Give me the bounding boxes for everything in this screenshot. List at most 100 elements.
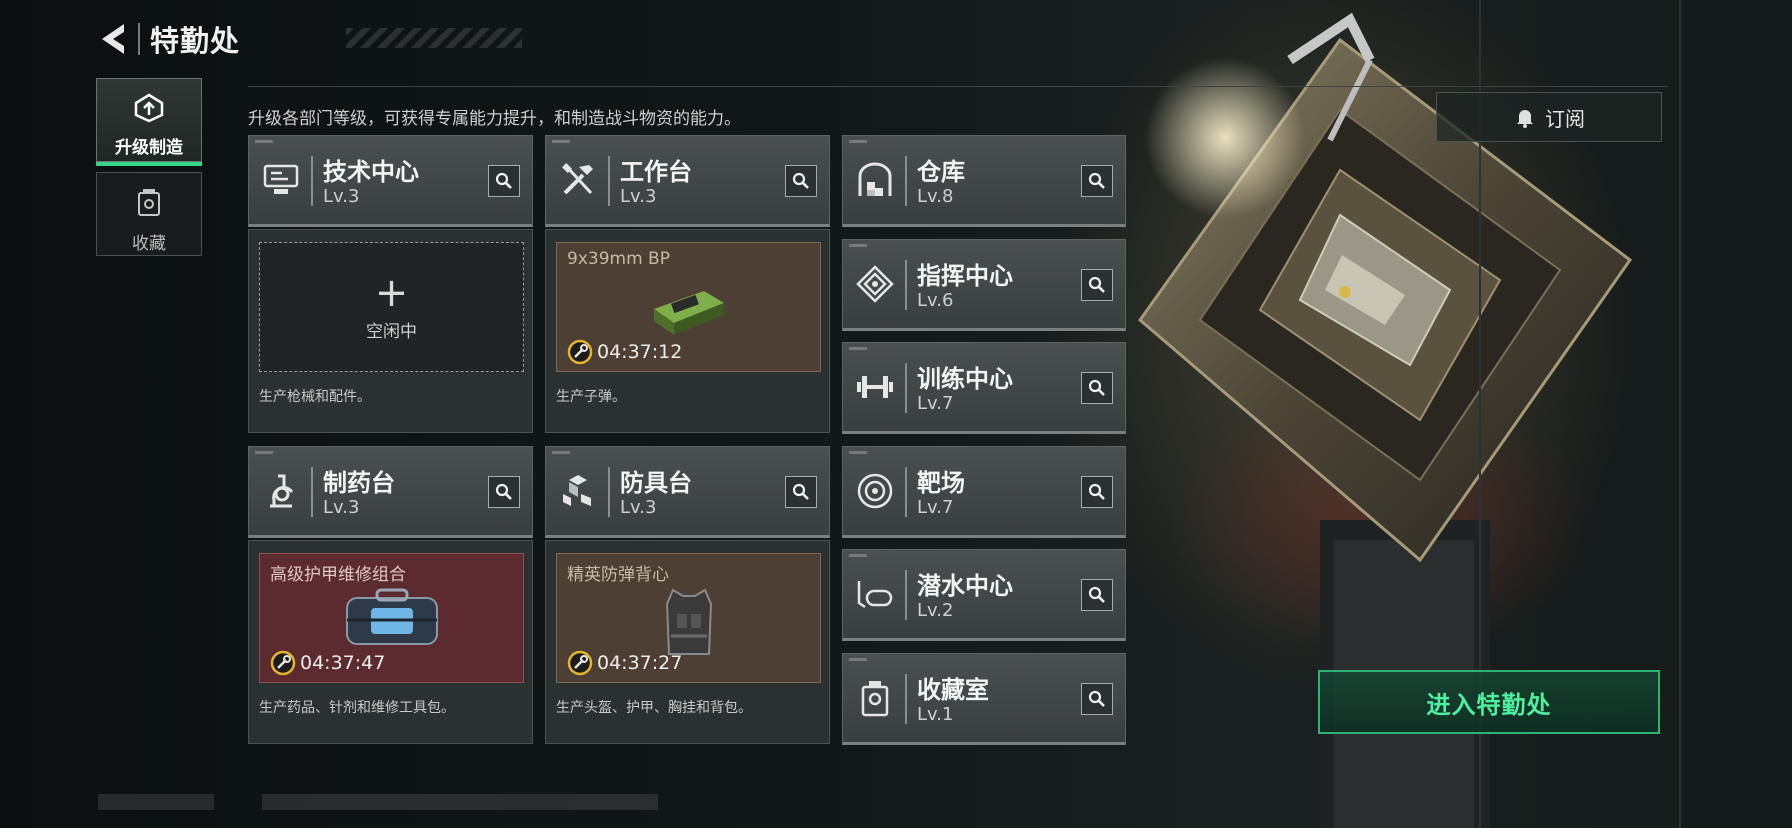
dept-header[interactable]: 制药台 Lv.3 — [248, 446, 533, 538]
search-icon — [1088, 690, 1105, 707]
dept-header[interactable]: 指挥中心 Lv.6 — [842, 239, 1126, 331]
production-slot[interactable]: 高级护甲维修组合 04:37:47 — [259, 553, 524, 683]
production-slot[interactable]: 9x39mm BP 04:37:12 — [556, 242, 821, 372]
header-divider — [905, 674, 907, 724]
dept-name: 靶场 — [917, 469, 965, 497]
production-slot-idle[interactable]: + 空闲中 — [259, 242, 524, 372]
dept-command-center: 指挥中心 Lv.6 — [842, 239, 1126, 331]
command-center-icon — [853, 262, 897, 306]
micro-label — [849, 451, 867, 454]
dept-name: 仓库 — [917, 158, 965, 186]
blurred-footer-block — [262, 794, 658, 810]
search-icon — [1088, 586, 1105, 603]
blurred-footer-block — [98, 794, 214, 810]
wrench-timer-icon — [270, 650, 296, 676]
dept-header[interactable]: 靶场 Lv.7 — [842, 446, 1126, 538]
dept-name: 训练中心 — [917, 365, 1013, 393]
nav-tab-label: 收藏 — [132, 234, 166, 254]
slot-status: 空闲中 — [366, 321, 417, 342]
header-divider — [905, 260, 907, 310]
dept-name: 潜水中心 — [917, 572, 1013, 600]
dept-name: 指挥中心 — [917, 262, 1013, 290]
inspect-button[interactable] — [1081, 372, 1113, 404]
armor-bench-icon — [556, 469, 600, 513]
inspect-button[interactable] — [1081, 165, 1113, 197]
production-timer: 04:37:12 — [567, 339, 682, 365]
search-icon — [792, 483, 809, 500]
inspect-button[interactable] — [488, 476, 520, 508]
dept-production-panel: 9x39mm BP 04:37:12 生产子弹。 — [545, 229, 830, 433]
header-divider — [311, 467, 313, 517]
dept-level: Lv.7 — [917, 393, 954, 414]
dept-header[interactable]: 仓库 Lv.8 — [842, 135, 1126, 227]
inspect-button[interactable] — [1081, 476, 1113, 508]
production-slot[interactable]: 精英防弹背心 04:37:27 — [556, 553, 821, 683]
dept-collection-room: 收藏室 Lv.1 — [842, 653, 1126, 745]
dept-production-panel: + 空闲中 生产枪械和配件。 — [248, 229, 533, 433]
enter-special-ops-button[interactable]: 进入特勤处 — [1318, 670, 1660, 734]
search-icon — [1088, 483, 1105, 500]
inspect-button[interactable] — [488, 165, 520, 197]
dept-description: 生产头盔、护甲、胸挂和背包。 — [556, 700, 752, 716]
dumbbell-icon — [853, 365, 897, 409]
upgrade-icon — [132, 93, 166, 127]
dept-level: Lv.3 — [323, 497, 360, 518]
search-icon — [1088, 379, 1105, 396]
diving-mask-icon — [853, 572, 897, 616]
inspect-button[interactable] — [1081, 269, 1113, 301]
dept-header[interactable]: 训练中心 Lv.7 — [842, 342, 1126, 434]
inspect-button[interactable] — [1081, 683, 1113, 715]
dept-header[interactable]: 潜水中心 Lv.2 — [842, 549, 1126, 641]
ammo-box-image — [644, 273, 734, 347]
search-icon — [495, 172, 512, 189]
header-divider — [311, 156, 313, 206]
subscribe-button[interactable]: 订阅 — [1436, 92, 1662, 142]
page-title: 特勤处 — [150, 24, 241, 58]
micro-label — [849, 140, 867, 143]
tech-center-icon — [259, 158, 303, 202]
micro-label — [849, 658, 867, 661]
micro-label — [255, 140, 273, 143]
vault-icon — [853, 676, 897, 720]
dept-production-panel: 精英防弹背心 04:37:27 生产头盔、护甲、胸挂和背包。 — [545, 540, 830, 744]
dept-name: 技术中心 — [323, 158, 419, 186]
add-icon: + — [374, 269, 409, 316]
header-divider — [608, 156, 610, 206]
dept-warehouse: 仓库 Lv.8 — [842, 135, 1126, 227]
dept-level: Lv.6 — [917, 290, 954, 311]
header-divider — [905, 467, 907, 517]
nav-tab-upgrade[interactable]: 升级制造 — [96, 78, 202, 166]
back-arrow-icon — [102, 24, 124, 54]
dept-level: Lv.1 — [917, 704, 954, 725]
inspect-button[interactable] — [785, 476, 817, 508]
search-icon — [1088, 172, 1105, 189]
inspect-button[interactable] — [785, 165, 817, 197]
dept-level: Lv.8 — [917, 186, 954, 207]
dept-header[interactable]: 收藏室 Lv.1 — [842, 653, 1126, 745]
dept-level: Lv.3 — [323, 186, 360, 207]
dept-header[interactable]: 工作台 Lv.3 — [545, 135, 830, 227]
dept-training-center: 训练中心 Lv.7 — [842, 342, 1126, 434]
warehouse-icon — [853, 158, 897, 202]
timer-value: 04:37:47 — [300, 652, 386, 674]
inspect-button[interactable] — [1081, 579, 1113, 611]
page-description: 升级各部门等级，可获得专属能力提升，和制造战斗物资的能力。 — [248, 109, 741, 129]
back-button[interactable] — [96, 19, 130, 59]
header-divider — [905, 156, 907, 206]
dept-description: 生产药品、针剂和维修工具包。 — [259, 700, 455, 716]
header-divider — [905, 363, 907, 413]
dept-name: 制药台 — [323, 469, 395, 497]
dept-name: 工作台 — [620, 158, 692, 186]
nav-tab-collect[interactable]: 收藏 — [96, 172, 202, 256]
dept-production-panel: 高级护甲维修组合 04:37:47 生产药品、针剂和维修工具包。 — [248, 540, 533, 744]
dept-level: Lv.7 — [917, 497, 954, 518]
collection-icon — [135, 187, 163, 223]
micro-label — [849, 244, 867, 247]
dept-header[interactable]: 技术中心 Lv.3 — [248, 135, 533, 227]
title-decoration — [346, 28, 522, 48]
dept-level: Lv.2 — [917, 600, 954, 621]
dept-diving-center: 潜水中心 Lv.2 — [842, 549, 1126, 641]
item-name: 9x39mm BP — [567, 249, 670, 269]
dept-header[interactable]: 防具台 Lv.3 — [545, 446, 830, 538]
header-bar: 特勤处 — [96, 16, 522, 62]
